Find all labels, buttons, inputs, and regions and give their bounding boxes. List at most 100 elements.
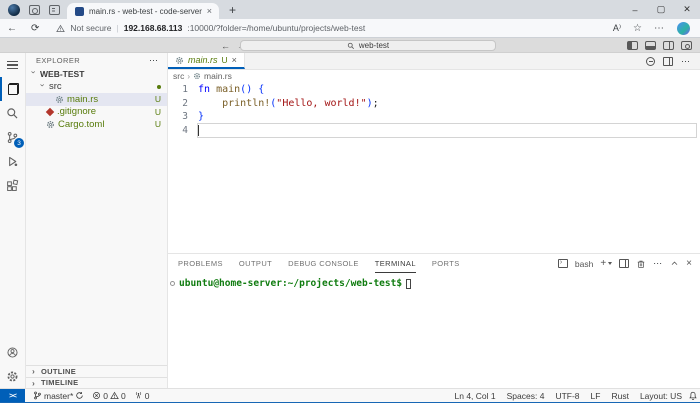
terminal[interactable]: ubuntu@home-server:~/projects/web-test$ bbox=[168, 273, 700, 289]
history-back-icon[interactable]: ← bbox=[221, 41, 230, 51]
file-tree: ›WEB-TEST›srcmain.rsU.gitignoreUCargo.to… bbox=[26, 68, 167, 131]
command-center-search[interactable]: web-test bbox=[240, 40, 496, 51]
run-debug-view-button[interactable] bbox=[0, 149, 25, 173]
trash-icon[interactable] bbox=[636, 259, 646, 269]
tree-item-src[interactable]: ›src bbox=[26, 81, 167, 94]
tab-close-icon[interactable]: × bbox=[207, 7, 212, 16]
maximize-button[interactable]: ▢ bbox=[648, 0, 674, 19]
new-terminal-button[interactable]: + bbox=[600, 259, 612, 269]
split-editor-icon[interactable] bbox=[663, 57, 673, 66]
warning-icon bbox=[56, 24, 65, 33]
ports-status-item[interactable]: 0 bbox=[134, 391, 150, 401]
panel-more-actions-icon[interactable]: ⋯ bbox=[653, 258, 663, 269]
status-item-utf-8[interactable]: UTF-8 bbox=[555, 391, 579, 401]
vertical-tabs-icon[interactable] bbox=[49, 5, 60, 15]
notifications-button[interactable] bbox=[688, 391, 700, 401]
explorer-more-actions-icon[interactable]: ⋯ bbox=[149, 55, 159, 66]
toggle-primary-sidebar-icon[interactable] bbox=[627, 41, 638, 50]
error-count: 0 bbox=[103, 391, 108, 401]
run-debug-icon bbox=[6, 155, 19, 168]
code-line-2[interactable]: 2 println!("Hello, world!"); bbox=[168, 97, 700, 111]
breadcrumb: src › main.rs bbox=[168, 70, 700, 82]
status-item-rust[interactable]: Rust bbox=[611, 391, 628, 401]
status-item-layout-us[interactable]: Layout: US bbox=[640, 391, 682, 401]
code-line-3[interactable]: 3} bbox=[168, 110, 700, 124]
source-control-view-button[interactable]: 3 bbox=[0, 125, 25, 149]
editor-more-actions-icon[interactable]: ⋯ bbox=[681, 56, 691, 67]
breadcrumb-file[interactable]: main.rs bbox=[204, 71, 232, 81]
toggle-secondary-sidebar-icon[interactable] bbox=[663, 41, 674, 50]
tab-untracked-badge: U bbox=[222, 55, 228, 65]
address-divider: | bbox=[117, 23, 119, 33]
search-view-button[interactable] bbox=[0, 101, 25, 125]
status-item-spaces-4[interactable]: Spaces: 4 bbox=[507, 391, 545, 401]
code-line-4[interactable]: 4 bbox=[168, 124, 700, 138]
shell-label[interactable]: bash bbox=[575, 259, 593, 269]
editor-tab-main-rs[interactable]: main.rs U × bbox=[168, 53, 245, 69]
browser-tab[interactable]: main.rs - web-test - code-server × bbox=[67, 3, 219, 19]
browser-globe-icon[interactable] bbox=[8, 4, 20, 16]
toggle-panel-icon[interactable] bbox=[645, 41, 656, 50]
close-window-button[interactable]: ✕ bbox=[674, 0, 700, 19]
workspaces-icon[interactable] bbox=[29, 5, 40, 15]
url-host: 192.168.68.113 bbox=[124, 23, 183, 33]
timeline-label: TIMELINE bbox=[41, 378, 78, 387]
status-item-lf[interactable]: LF bbox=[591, 391, 601, 401]
tree-item-main-rs[interactable]: main.rsU bbox=[26, 93, 167, 106]
problems-status-item[interactable]: 0 0 bbox=[92, 391, 125, 401]
code-server-favicon bbox=[75, 7, 84, 16]
back-icon[interactable]: ← bbox=[0, 23, 24, 34]
radio-tower-icon bbox=[134, 391, 143, 400]
copilot-icon[interactable] bbox=[677, 22, 690, 35]
panel-tabs: PROBLEMS OUTPUT DEBUG CONSOLE TERMINAL PORTS bbox=[178, 254, 476, 273]
account-icon bbox=[6, 346, 19, 359]
status-item-ln-4-col-1[interactable]: Ln 4, Col 1 bbox=[455, 391, 496, 401]
outline-section-header[interactable]: › OUTLINE bbox=[26, 365, 167, 377]
panel-tab-terminal[interactable]: TERMINAL bbox=[375, 254, 416, 273]
panel-tab-problems[interactable]: PROBLEMS bbox=[178, 254, 223, 273]
code-line-1[interactable]: 1fn main() { bbox=[168, 83, 700, 97]
tree-item-cargo-toml[interactable]: Cargo.tomlU bbox=[26, 118, 167, 131]
branch-status-item[interactable]: master* bbox=[33, 391, 84, 401]
tree-item-label: src bbox=[49, 81, 154, 92]
vscode-titlebar: ← → web-test bbox=[0, 38, 700, 53]
refresh-icon[interactable]: ⟳ bbox=[24, 23, 46, 34]
files-icon bbox=[8, 83, 19, 95]
text-cursor bbox=[198, 125, 199, 136]
config-file-icon bbox=[46, 120, 55, 129]
close-panel-icon[interactable]: × bbox=[686, 258, 692, 269]
favorite-star-icon[interactable]: ☆ bbox=[633, 23, 642, 34]
untracked-badge: U bbox=[155, 94, 161, 104]
chevron-down-icon: › bbox=[38, 83, 47, 90]
line-content: } bbox=[198, 110, 696, 124]
extensions-view-button[interactable] bbox=[0, 173, 25, 197]
manage-button[interactable] bbox=[0, 364, 25, 388]
menu-button[interactable] bbox=[0, 53, 25, 77]
tab-label: main.rs bbox=[188, 55, 218, 65]
customize-layout-icon[interactable] bbox=[681, 41, 692, 50]
tree-item--gitignore[interactable]: .gitignoreU bbox=[26, 106, 167, 119]
terminal-prompt: ubuntu@home-server:~/projects/web-test$ bbox=[179, 278, 402, 289]
line-number: 3 bbox=[168, 110, 188, 124]
address-bar[interactable]: Not secure | 192.168.68.113:10000/?folde… bbox=[56, 23, 612, 33]
tree-item-web-test[interactable]: ›WEB-TEST bbox=[26, 68, 167, 81]
browser-menu-icon[interactable]: ⋯ bbox=[654, 23, 665, 34]
panel-tab-ports[interactable]: PORTS bbox=[432, 254, 460, 273]
new-tab-button[interactable]: + bbox=[229, 4, 236, 16]
status-right-items: Ln 4, Col 1 Spaces: 4 UTF-8 LF Rust Layout: U… bbox=[455, 391, 689, 401]
explorer-view-button[interactable] bbox=[0, 77, 25, 101]
timeline-section-header[interactable]: › TIMELINE bbox=[26, 377, 167, 389]
remote-indicator[interactable]: >< bbox=[0, 389, 25, 402]
minimize-button[interactable]: – bbox=[622, 0, 648, 19]
chevron-right-icon: › bbox=[187, 72, 190, 81]
read-aloud-icon[interactable]: A⁾ bbox=[613, 23, 621, 34]
maximize-panel-icon[interactable] bbox=[670, 259, 679, 268]
tab-close-icon[interactable]: × bbox=[232, 55, 237, 65]
panel-tab-output[interactable]: OUTPUT bbox=[239, 254, 272, 273]
code-editor[interactable]: 1fn main() {2 println!("Hello, world!");… bbox=[168, 82, 700, 137]
account-button[interactable] bbox=[0, 340, 25, 364]
breadcrumb-src[interactable]: src bbox=[173, 71, 184, 81]
split-terminal-icon[interactable] bbox=[619, 259, 629, 268]
panel-tab-debug-console[interactable]: DEBUG CONSOLE bbox=[288, 254, 359, 273]
open-changes-icon[interactable] bbox=[646, 57, 655, 66]
